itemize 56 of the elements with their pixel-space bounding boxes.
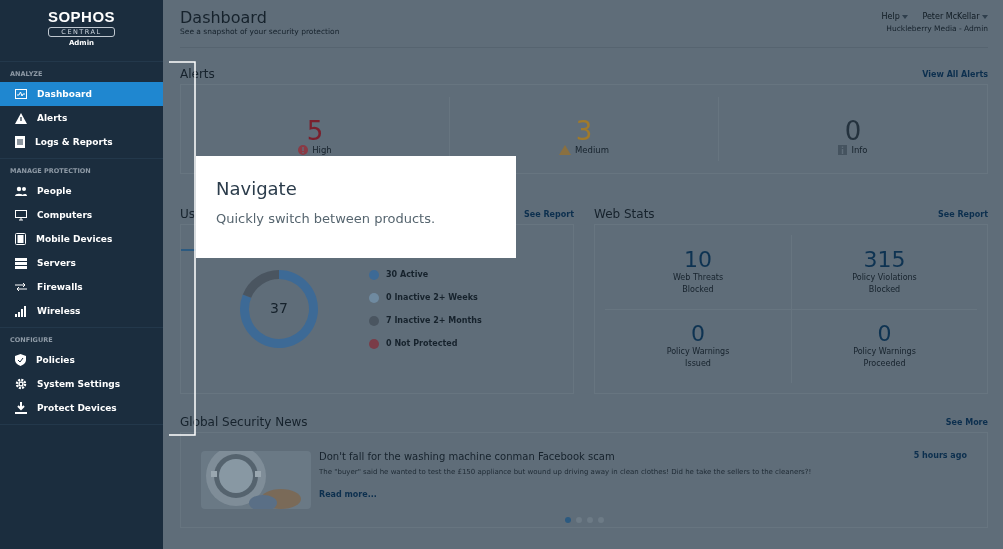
gear-icon bbox=[15, 378, 27, 390]
legend-label: 0 Not Protected bbox=[386, 339, 458, 348]
server-icon bbox=[15, 257, 27, 269]
alert-label: Medium bbox=[575, 145, 609, 155]
legend-label: 30 Active bbox=[386, 270, 429, 279]
arrows-icon bbox=[15, 282, 27, 292]
nav-item[interactable]: Policies bbox=[0, 348, 163, 372]
page-dot[interactable] bbox=[564, 517, 571, 523]
section-title: Web Stats bbox=[594, 207, 655, 221]
alert-count: 3 bbox=[575, 117, 593, 145]
document-icon bbox=[15, 136, 25, 148]
nav-item[interactable]: Alerts bbox=[0, 106, 163, 130]
nav-item[interactable]: Logs & Reports bbox=[0, 130, 163, 154]
legend-label: 0 Inactive 2+ Weeks bbox=[386, 293, 478, 302]
stat-label: Policy Warnings Proceeded bbox=[852, 346, 917, 371]
nav-item[interactable]: Protect Devices bbox=[0, 396, 163, 420]
shield-icon bbox=[15, 354, 26, 366]
logo: SOPHOS bbox=[47, 9, 116, 25]
nav-item[interactable]: Wireless bbox=[0, 299, 163, 323]
alert-label: Info bbox=[851, 145, 868, 155]
nav-item[interactable]: People bbox=[0, 179, 163, 203]
error-icon bbox=[298, 145, 309, 155]
stat-label: Policy Warnings Issued bbox=[665, 346, 731, 371]
stat-count: 10 bbox=[684, 247, 712, 272]
nav-item[interactable]: Servers bbox=[0, 251, 163, 275]
legend-label: 7 Inactive 2+ Months bbox=[386, 316, 482, 325]
nav-item[interactable]: Computers bbox=[0, 203, 163, 227]
stat-count: 315 bbox=[863, 247, 906, 272]
caret-icon bbox=[982, 15, 988, 19]
page-title: Dashboard bbox=[180, 8, 268, 27]
warning-icon bbox=[15, 112, 27, 124]
people-icon bbox=[15, 186, 27, 196]
nav-item[interactable]: Dashboard bbox=[0, 82, 163, 106]
stat-label: Web Threats Blocked bbox=[671, 271, 725, 296]
alert-count: 5 bbox=[306, 117, 324, 145]
monitor-icon bbox=[15, 209, 27, 221]
nav-item[interactable]: Mobile Devices bbox=[0, 227, 163, 251]
caret-icon bbox=[902, 15, 909, 19]
warning-icon bbox=[559, 145, 571, 155]
chart-icon bbox=[15, 89, 27, 99]
alert-label: High bbox=[312, 145, 332, 155]
nav-item[interactable]: System Settings bbox=[0, 372, 163, 396]
signal-icon bbox=[15, 305, 27, 317]
mobile-icon bbox=[15, 233, 26, 245]
alert-count: 0 bbox=[844, 117, 862, 145]
nav-item[interactable]: Firewalls bbox=[0, 275, 163, 299]
donut-total: 37 bbox=[269, 300, 289, 316]
news-time: 5 hours ago bbox=[913, 451, 967, 462]
tooltip-title: Navigate bbox=[216, 178, 298, 199]
stat-count: 0 bbox=[877, 322, 892, 347]
stat-count: 0 bbox=[691, 322, 705, 347]
news-headline: Don't fall for the washing machine conman Facebook scam bbox=[319, 451, 615, 462]
info-icon bbox=[838, 145, 848, 155]
stat-label: Policy Violations Blocked bbox=[851, 271, 918, 296]
tooltip-text: Quickly switch between products. bbox=[216, 211, 437, 226]
download-icon bbox=[15, 402, 27, 414]
